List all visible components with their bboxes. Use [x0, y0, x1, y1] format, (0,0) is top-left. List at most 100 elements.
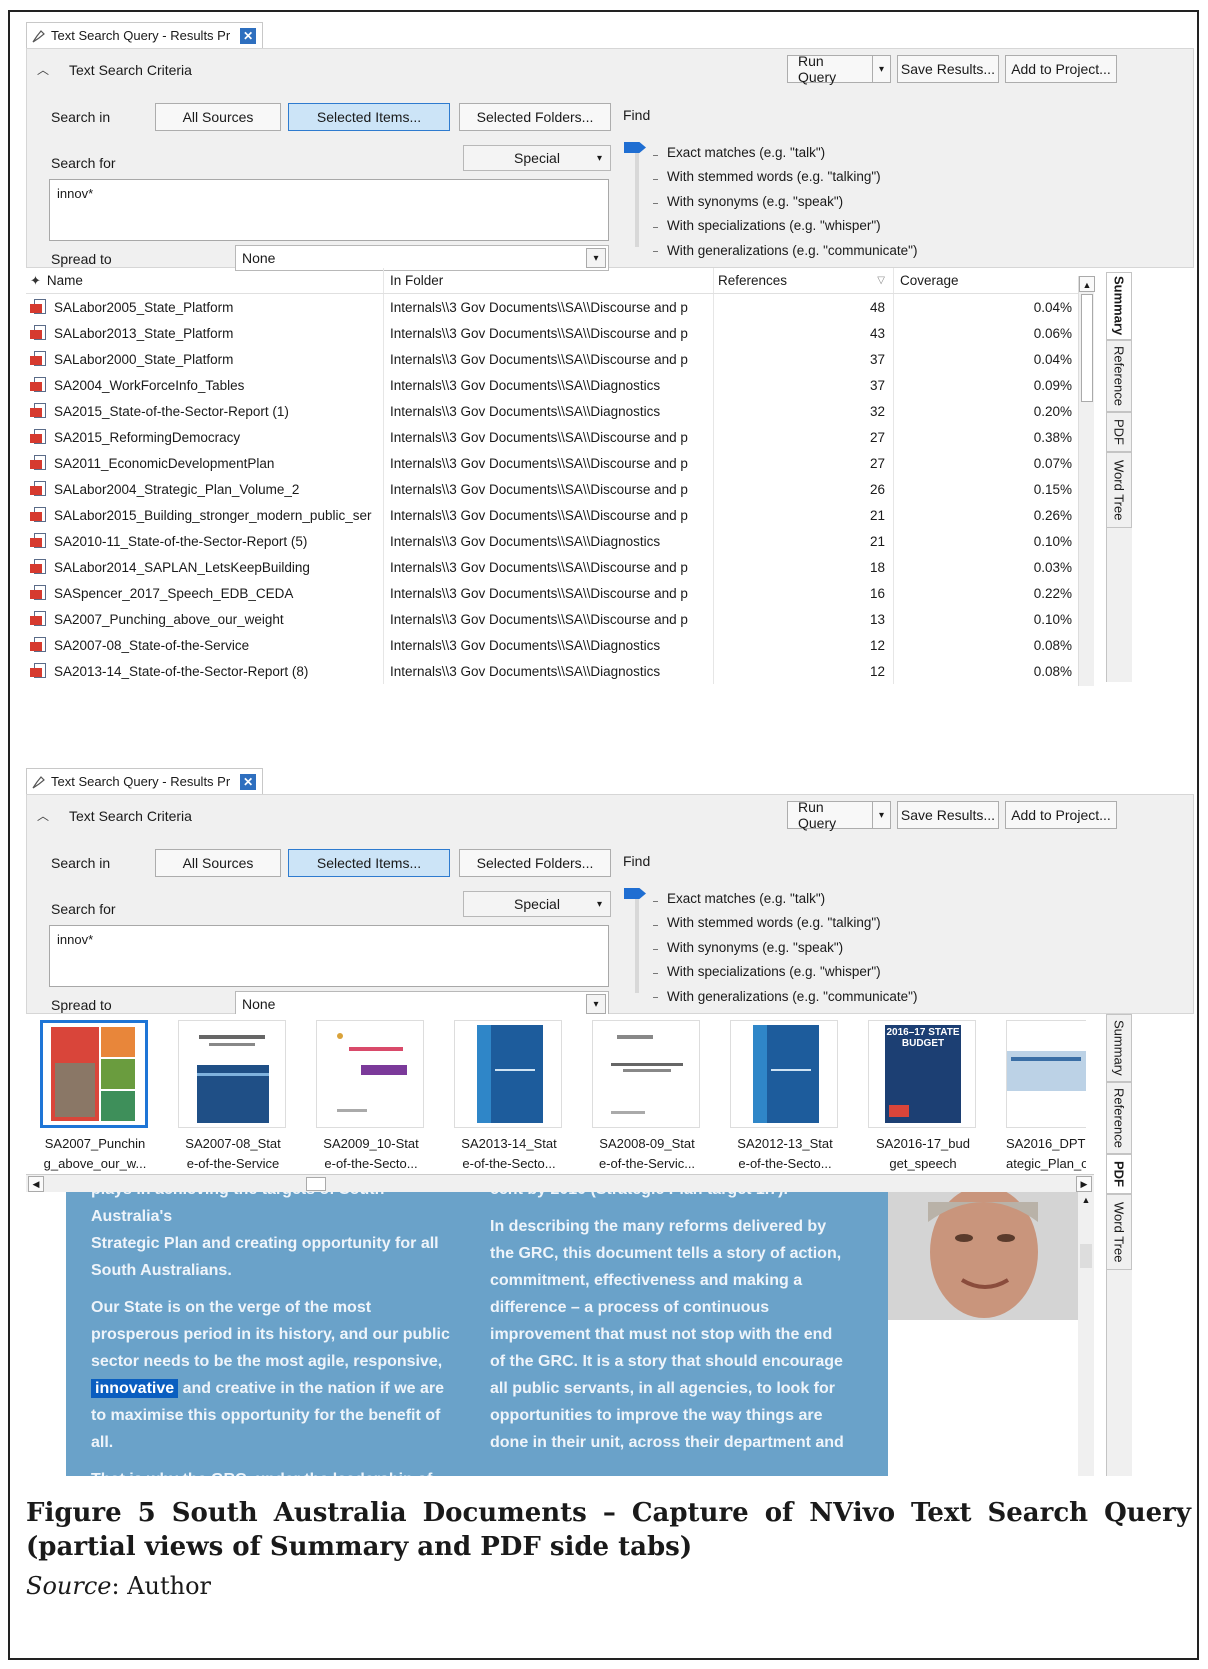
thumbnail-item[interactable]: SA2008-09_Stat e-of-the-Servic...	[592, 1020, 702, 1174]
table-row[interactable]: SALabor2004_Strategic_Plan_Volume_2 Inter…	[26, 476, 1094, 502]
thumbnail-item[interactable]: SA2012-13_Stat e-of-the-Secto...	[730, 1020, 840, 1174]
close-icon[interactable]: ✕	[240, 773, 257, 790]
scroll-thumb[interactable]	[306, 1177, 326, 1191]
find-option-stemmed[interactable]: With stemmed words (e.g. "talking")	[667, 915, 881, 930]
scroll-up-icon[interactable]: ▲	[1079, 276, 1095, 292]
column-coverage[interactable]: Coverage	[894, 268, 1090, 293]
column-name[interactable]: ✦ Name	[26, 268, 384, 293]
find-option-generalizations[interactable]: With generalizations (e.g. "communicate"…	[667, 243, 917, 258]
thumbnail-image	[730, 1020, 838, 1128]
find-slider-track[interactable]	[635, 893, 639, 993]
find-option-exact[interactable]: Exact matches (e.g. "talk")	[667, 891, 825, 906]
table-scrollbar[interactable]: ▲	[1078, 276, 1095, 686]
selected-items-button[interactable]: Selected Items...	[288, 849, 450, 877]
add-to-project-button[interactable]: Add to Project...	[1005, 55, 1117, 83]
find-option-synonyms[interactable]: With synonyms (e.g. "speak")	[667, 940, 843, 955]
chevron-down-icon[interactable]: ▾	[586, 994, 606, 1014]
thumbnail-caption-line1: SA2016-17_bud	[876, 1136, 970, 1151]
find-slider-thumb[interactable]	[624, 142, 646, 153]
table-row[interactable]: SALabor2005_State_Platform Internals\\3 G…	[26, 294, 1094, 320]
scroll-left-icon[interactable]: ◀	[28, 1176, 44, 1192]
thumbnail-item[interactable]: 2016–17 STATE BUDGET SA2016-17_bud get_sp…	[868, 1020, 978, 1174]
cell-references: 21	[714, 502, 894, 528]
pdf-scrollbar[interactable]: ▲	[1078, 1192, 1094, 1476]
thumbnail-item[interactable]: SA2007-08_Stat e-of-the-Service	[178, 1020, 288, 1174]
scroll-thumb[interactable]	[1080, 1244, 1092, 1268]
chevron-down-icon[interactable]: ▾	[586, 248, 606, 268]
table-row[interactable]: SALabor2000_State_Platform Internals\\3 G…	[26, 346, 1094, 372]
thumbnail-item[interactable]: SA2013-14_Stat e-of-the-Secto...	[454, 1020, 564, 1174]
criteria-header[interactable]: ︿ Text Search Criteria	[37, 807, 192, 824]
save-results-button[interactable]: Save Results...	[897, 55, 999, 83]
side-tab-summary[interactable]: Summary	[1106, 272, 1132, 340]
thumbnail-item[interactable]: SA2009_10-Stat e-of-the-Secto...	[316, 1020, 426, 1174]
selected-items-button[interactable]: Selected Items...	[288, 103, 450, 131]
special-dropdown[interactable]: Special ▾	[463, 145, 611, 171]
chevron-down-icon: ▾	[596, 152, 602, 164]
table-body: SALabor2005_State_Platform Internals\\3 G…	[26, 294, 1094, 684]
table-row[interactable]: SA2004_WorkForceInfo_Tables Internals\\3 …	[26, 372, 1094, 398]
thumbnail-item[interactable]: SA2007_Punchin g_above_our_w...	[40, 1020, 150, 1174]
scroll-thumb[interactable]	[1081, 294, 1093, 402]
thumbnail-scrollbar[interactable]: ◀ ▶	[26, 1174, 1094, 1192]
table-row[interactable]: SA2015_State-of-the-Sector-Report (1) Int…	[26, 398, 1094, 424]
cell-references: 48	[714, 294, 894, 320]
side-tab-reference[interactable]: Reference	[1106, 1082, 1132, 1154]
column-references[interactable]: References ▽	[714, 268, 894, 293]
scroll-right-icon[interactable]: ▶	[1076, 1176, 1092, 1192]
cell-folder: Internals\\3 Gov Documents\\SA\\Discours…	[384, 476, 714, 502]
save-results-button[interactable]: Save Results...	[897, 801, 999, 829]
side-tab-word-tree[interactable]: Word Tree	[1106, 452, 1132, 528]
find-slider-track[interactable]	[635, 147, 639, 247]
table-row[interactable]: SALabor2014_SAPLAN_LetsKeepBuilding Inter…	[26, 554, 1094, 580]
find-option-generalizations[interactable]: With generalizations (e.g. "communicate"…	[667, 989, 917, 1004]
find-option-exact[interactable]: Exact matches (e.g. "talk")	[667, 145, 825, 160]
selected-folders-button[interactable]: Selected Folders...	[459, 849, 611, 877]
results-tab[interactable]: Text Search Query - Results Pr ✕	[26, 22, 264, 48]
criteria-header[interactable]: ︿ Text Search Criteria	[37, 61, 192, 78]
budget-cover-title: 2016–17 STATE BUDGET	[886, 1027, 960, 1049]
find-option-specializations[interactable]: With specializations (e.g. "whisper")	[667, 964, 881, 979]
run-query-button[interactable]: Run Query ▾	[787, 799, 891, 831]
add-to-project-button[interactable]: Add to Project...	[1005, 801, 1117, 829]
find-option-specializations[interactable]: With specializations (e.g. "whisper")	[667, 218, 881, 233]
all-sources-button[interactable]: All Sources	[155, 103, 281, 131]
pdf-viewer[interactable]: plays in achieving the targets of South …	[26, 1192, 1094, 1476]
find-option-synonyms[interactable]: With synonyms (e.g. "speak")	[667, 194, 843, 209]
all-sources-button[interactable]: All Sources	[155, 849, 281, 877]
table-row[interactable]: SA2011_EconomicDevelopmentPlan Internals\…	[26, 450, 1094, 476]
table-row[interactable]: SASpencer_2017_Speech_EDB_CEDA Internals\…	[26, 580, 1094, 606]
table-row[interactable]: SALabor2013_State_Platform Internals\\3 G…	[26, 320, 1094, 346]
table-row[interactable]: SA2007_Punching_above_our_weight Internal…	[26, 606, 1094, 632]
table-row[interactable]: SALabor2015_Building_stronger_modern_pub…	[26, 502, 1094, 528]
results-tab[interactable]: Text Search Query - Results Pr ✕	[26, 768, 264, 794]
chevron-down-icon[interactable]: ▾	[873, 802, 890, 828]
selected-folders-button[interactable]: Selected Folders...	[459, 103, 611, 131]
close-icon[interactable]: ✕	[240, 27, 257, 44]
special-dropdown[interactable]: Special ▾	[463, 891, 611, 917]
side-tab-pdf[interactable]: PDF	[1106, 1154, 1132, 1194]
side-tab-summary[interactable]: Summary	[1106, 1014, 1132, 1082]
search-hit-highlight[interactable]: innovative	[91, 1379, 179, 1398]
cell-references: 27	[714, 450, 894, 476]
side-tab-pdf[interactable]: PDF	[1106, 412, 1132, 452]
table-row[interactable]: SA2010-11_State-of-the-Sector-Report (5)…	[26, 528, 1094, 554]
cell-coverage: 0.03%	[1033, 559, 1072, 575]
side-tab-word-tree[interactable]: Word Tree	[1106, 1194, 1132, 1270]
column-folder[interactable]: In Folder	[384, 268, 714, 293]
cell-folder: Internals\\3 Gov Documents\\SA\\Discours…	[384, 450, 714, 476]
chevron-up-icon[interactable]: ︿	[37, 807, 49, 824]
find-option-stemmed[interactable]: With stemmed words (e.g. "talking")	[667, 169, 881, 184]
side-tab-reference[interactable]: Reference	[1106, 340, 1132, 412]
run-query-button[interactable]: Run Query ▾	[787, 53, 891, 85]
table-row[interactable]: SA2007-08_State-of-the-Service Internals\…	[26, 632, 1094, 658]
table-row[interactable]: SA2015_ReformingDemocracy Internals\\3 Go…	[26, 424, 1094, 450]
search-input[interactable]: innov*	[49, 179, 609, 241]
chevron-up-icon[interactable]: ︿	[37, 61, 49, 78]
chevron-down-icon[interactable]: ▾	[873, 56, 890, 82]
table-row[interactable]: SA2013-14_State-of-the-Sector-Report (8)…	[26, 658, 1094, 684]
search-input[interactable]: innov*	[49, 925, 609, 987]
scroll-up-icon[interactable]: ▲	[1078, 1192, 1094, 1208]
thumbnail-item[interactable]: SA2016_DPTI ategic_Plan_o	[1006, 1020, 1086, 1174]
find-slider-thumb[interactable]	[624, 888, 646, 899]
